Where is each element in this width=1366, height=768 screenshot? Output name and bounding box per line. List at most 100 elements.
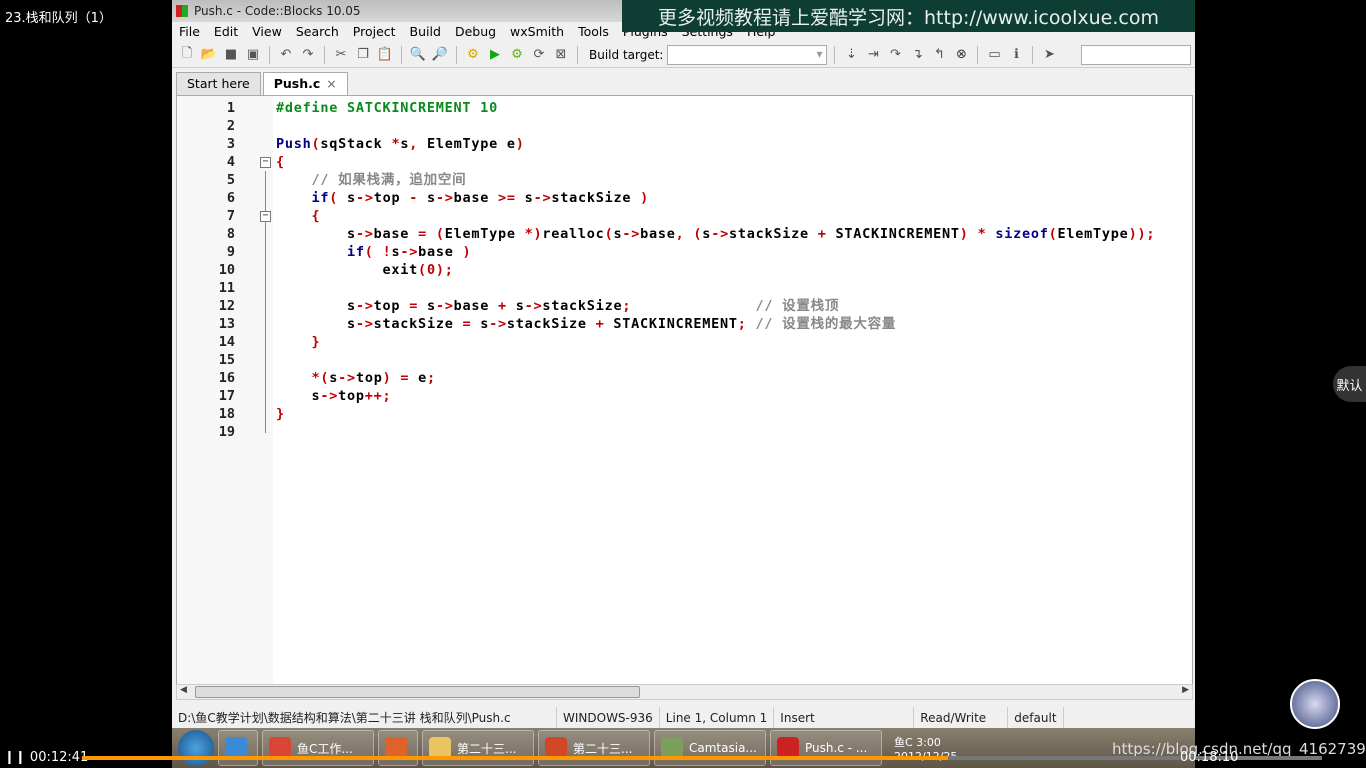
code-token: base <box>373 226 419 242</box>
code-line: 8 s->base = (ElemType *)realloc(s->base,… <box>177 225 1192 243</box>
line-number: 3 <box>226 136 235 152</box>
taskbar-label: 第二十三... <box>457 741 517 756</box>
save-all-icon[interactable]: ▣ <box>244 46 262 64</box>
replace-icon[interactable]: 🔎 <box>431 46 449 64</box>
taskbar-item[interactable]: Push.c - ... <box>770 730 882 766</box>
fold-toggle-icon[interactable]: − <box>260 157 271 168</box>
code-token: ( <box>418 262 427 278</box>
code-text: s->stackSize = s->stackSize + STACKINCRE… <box>276 315 896 333</box>
line-number: 14 <box>218 334 235 350</box>
status-field: D:\鱼C教学计划\数据结构和算法\第二十三讲 栈和队列\Push.c <box>172 707 557 728</box>
start-button[interactable] <box>178 730 214 766</box>
code-token: * <box>391 136 401 152</box>
code-token: s <box>338 190 356 206</box>
code-text: Push(sqStack *s, ElemType e) <box>276 135 525 153</box>
video-progress-bar[interactable] <box>82 756 1322 760</box>
new-file-icon[interactable]: 🗋 <box>178 46 196 64</box>
info-icon[interactable]: ℹ <box>1007 46 1025 64</box>
line-number: 18 <box>218 406 235 422</box>
copy-icon[interactable]: ❐ <box>354 46 372 64</box>
save-icon[interactable]: ■ <box>222 46 240 64</box>
open-icon[interactable]: 📂 <box>200 46 218 64</box>
stop-debug-icon[interactable]: ⊗ <box>952 46 970 64</box>
code-token: -> <box>435 298 454 314</box>
code-token: ; <box>737 316 747 332</box>
code-text: } <box>276 405 285 423</box>
code-token: { <box>276 154 285 170</box>
menu-project[interactable]: Project <box>346 24 403 39</box>
taskbar-item[interactable]: 第二十三... <box>422 730 534 766</box>
menu-file[interactable]: File <box>172 24 207 39</box>
cut-icon[interactable]: ✂ <box>332 46 350 64</box>
tab-start-here[interactable]: Start here <box>176 72 261 95</box>
taskbar: 鱼C工作... 第二十三... 第二十三... Camtasia... Push.c -… <box>172 728 1195 768</box>
line-number: 15 <box>218 352 235 368</box>
symbol-icon[interactable]: ➤ <box>1040 46 1058 64</box>
step-into-icon[interactable]: ↴ <box>908 46 926 64</box>
taskbar-item[interactable]: 鱼C工作... <box>262 730 374 766</box>
default-badge[interactable]: 默认 <box>1333 366 1366 402</box>
code-token: stackSize <box>542 298 623 314</box>
status-bar: D:\鱼C教学计划\数据结构和算法\第二十三讲 栈和队列\Push.c WINDO… <box>172 707 1195 728</box>
code-line: 6 if( s->top - s->base >= s->stackSize ) <box>177 189 1192 207</box>
debug-icon[interactable]: ⇣ <box>842 46 860 64</box>
code-token: Push <box>276 136 312 152</box>
pause-icon[interactable]: ❙❙ <box>4 750 30 765</box>
run-to-cursor-icon[interactable]: ⇥ <box>864 46 882 64</box>
fold-toggle-icon[interactable]: − <box>260 211 271 222</box>
horizontal-scrollbar[interactable]: ◀ ▶ <box>176 684 1193 700</box>
code-line: 14 } <box>177 333 1192 351</box>
menu-build[interactable]: Build <box>403 24 448 39</box>
scroll-right-icon[interactable]: ▶ <box>1182 685 1189 695</box>
debug-windows-icon[interactable]: ▭ <box>985 46 1003 64</box>
line-number: 12 <box>218 298 235 314</box>
abort-icon[interactable]: ⊠ <box>552 46 570 64</box>
code-editor[interactable]: 1 #define SATCKINCREMENT 10 2 3 Push(sqStack… <box>176 95 1193 685</box>
taskbar-item[interactable]: 第二十三... <box>538 730 650 766</box>
next-line-icon[interactable]: ↷ <box>886 46 904 64</box>
tab-push-c[interactable]: Push.c × <box>262 72 348 95</box>
code-token: } <box>276 406 285 422</box>
taskbar-label: Push.c - ... <box>805 741 868 755</box>
avatar <box>1290 679 1340 729</box>
build-target-select[interactable] <box>667 44 828 65</box>
close-icon[interactable]: × <box>326 76 336 91</box>
run-icon[interactable]: ▶ <box>486 46 504 64</box>
undo-icon[interactable]: ↶ <box>277 46 295 64</box>
toolbar-search-input[interactable] <box>1081 44 1191 65</box>
line-number: 13 <box>218 316 235 332</box>
menu-wxsmith[interactable]: wxSmith <box>503 24 571 39</box>
menu-debug[interactable]: Debug <box>448 24 503 39</box>
code-text: s->top++; <box>276 387 391 405</box>
code-token: base <box>453 190 499 206</box>
code-token: ( <box>329 190 339 206</box>
menu-search[interactable]: Search <box>289 24 346 39</box>
code-token: , <box>409 136 419 152</box>
build-icon[interactable]: ⚙ <box>464 46 482 64</box>
rebuild-icon[interactable]: ⟳ <box>530 46 548 64</box>
code-token: ) <box>959 226 969 242</box>
taskbar-item[interactable] <box>218 730 258 766</box>
code-line: 4 −{ <box>177 153 1192 171</box>
code-token: // 设置栈顶 <box>755 298 840 314</box>
scroll-left-icon[interactable]: ◀ <box>180 685 187 695</box>
paste-icon[interactable]: 📋 <box>376 46 394 64</box>
menu-tools[interactable]: Tools <box>571 24 616 39</box>
line-number: 10 <box>218 262 235 278</box>
menu-view[interactable]: View <box>245 24 289 39</box>
taskbar-item[interactable] <box>378 730 418 766</box>
scrollbar-thumb[interactable] <box>195 686 640 698</box>
code-text: { <box>276 153 285 171</box>
window-title: Push.c - Code::Blocks 10.05 <box>194 4 361 18</box>
build-run-icon[interactable]: ⚙ <box>508 46 526 64</box>
code-token: ++; <box>364 388 392 404</box>
find-icon[interactable]: 🔍 <box>409 46 427 64</box>
code-token: -> <box>338 370 356 386</box>
taskbar-item[interactable]: Camtasia... <box>654 730 766 766</box>
code-text: if( s->top - s->base >= s->stackSize ) <box>276 189 649 207</box>
menu-edit[interactable]: Edit <box>207 24 245 39</box>
redo-icon[interactable]: ↷ <box>299 46 317 64</box>
step-out-icon[interactable]: ↰ <box>930 46 948 64</box>
